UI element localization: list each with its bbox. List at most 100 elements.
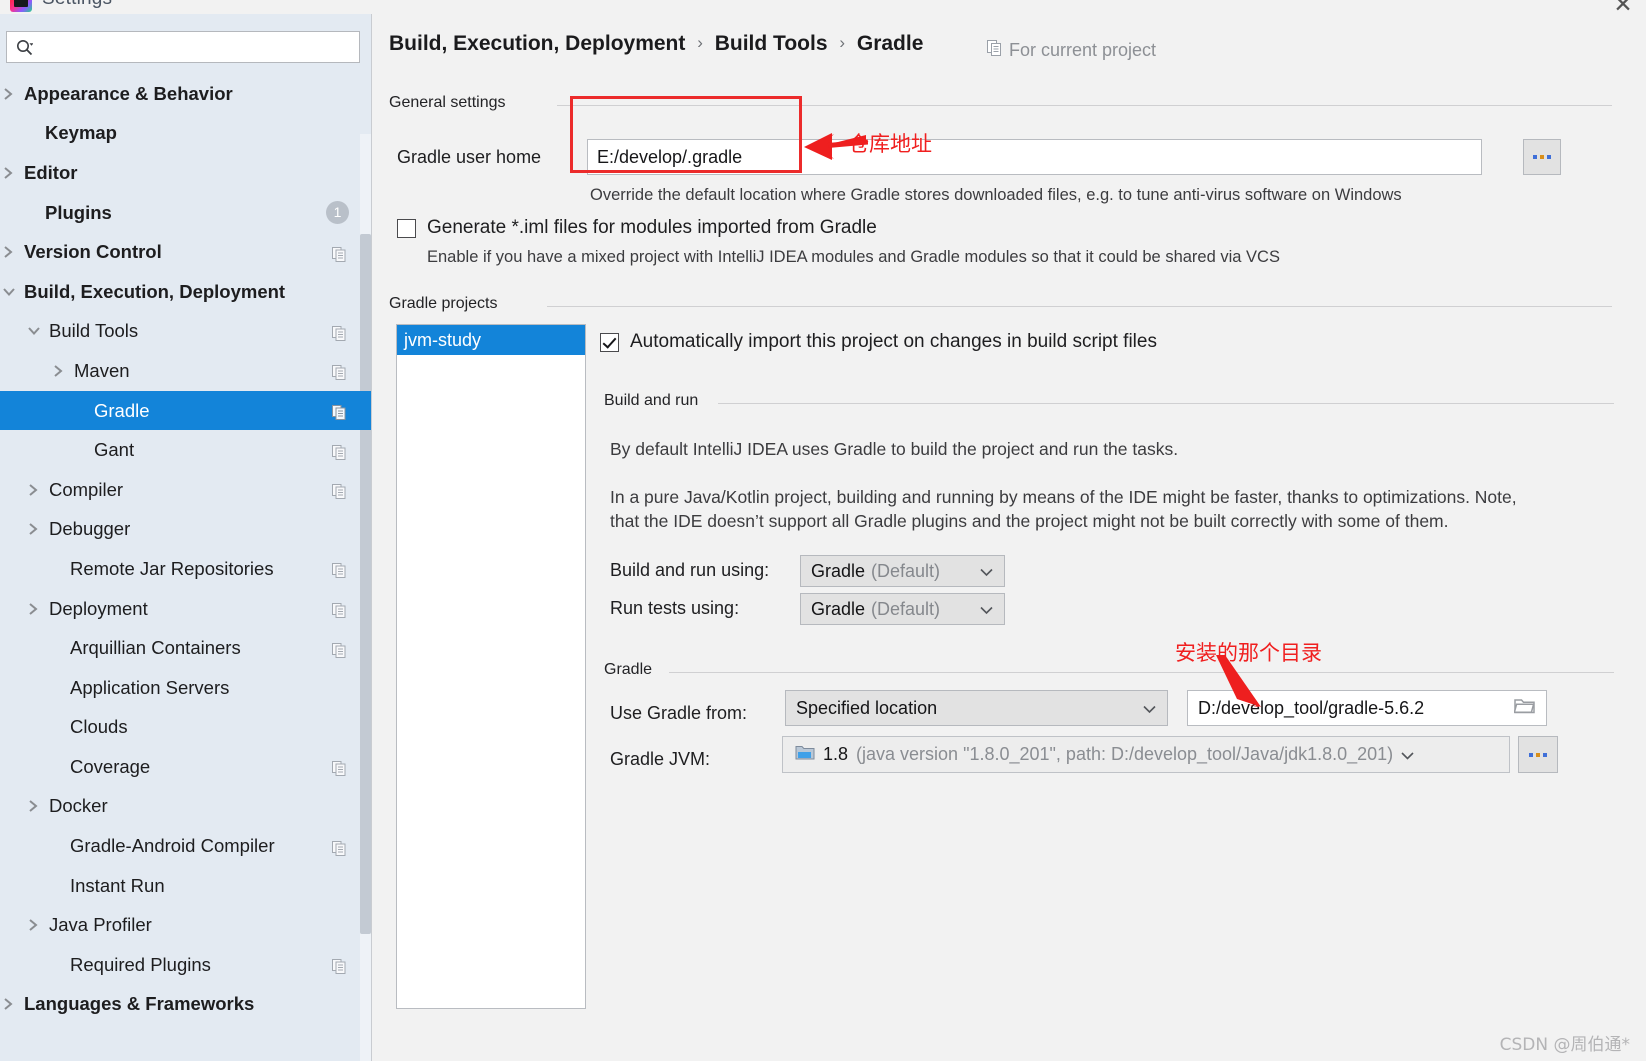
sidebar-item-label: Deployment: [49, 597, 148, 619]
copy-icon: [332, 759, 346, 777]
sidebar-item-debugger[interactable]: Debugger: [0, 510, 371, 550]
sidebar-item-docker[interactable]: Docker: [0, 787, 371, 827]
sidebar-item-coverage[interactable]: Coverage: [0, 747, 371, 787]
copy-icon: [332, 957, 346, 975]
sidebar-item-keymap[interactable]: Keymap: [0, 114, 371, 154]
for-current-project-text: For current project: [1009, 40, 1157, 60]
sidebar-item-label: Application Servers: [70, 676, 230, 698]
sidebar-item-compiler[interactable]: Compiler: [0, 470, 371, 510]
annotation-text-gradle-user-home: 仓库地址: [848, 132, 932, 156]
chevron-down-icon[interactable]: [27, 324, 41, 338]
sidebar-item-deployment[interactable]: Deployment: [0, 589, 371, 629]
sidebar-item-label: Arquillian Containers: [70, 637, 241, 659]
chevron-right-icon[interactable]: [27, 602, 41, 616]
folder-icon[interactable]: [1513, 697, 1535, 719]
run-tests-using-select[interactable]: Gradle (Default): [800, 593, 1005, 625]
sidebar-item-clouds[interactable]: Clouds: [0, 708, 371, 748]
run-tests-using-suffix: (Default): [871, 598, 941, 619]
build-and-run-group-label: Build and run: [604, 392, 708, 410]
sidebar-item-application-servers[interactable]: Application Servers: [0, 668, 371, 708]
sidebar-item-gradle-android-compiler[interactable]: Gradle-Android Compiler: [0, 826, 371, 866]
sidebar-item-label: Editor: [24, 161, 78, 183]
chevron-right-icon[interactable]: [27, 483, 41, 497]
chevron-right-icon[interactable]: [2, 166, 16, 180]
sidebar-item-required-plugins[interactable]: Required Plugins: [0, 945, 371, 985]
use-gradle-from-select[interactable]: Specified location: [785, 690, 1168, 726]
sidebar-item-remote-jar-repositories[interactable]: Remote Jar Repositories: [0, 549, 371, 589]
chevron-right-icon[interactable]: [27, 918, 41, 932]
general-settings-group-label: General settings: [389, 94, 515, 112]
copy-icon: [332, 363, 346, 381]
use-gradle-from-value: Specified location: [796, 697, 938, 718]
sidebar-item-gradle[interactable]: Gradle: [0, 390, 371, 431]
sidebar-item-label: Gradle: [94, 399, 150, 421]
copy-icon: [987, 40, 1002, 61]
gradle-jvm-version: 1.8: [823, 744, 849, 764]
gradle-user-home-input[interactable]: [587, 139, 1482, 175]
close-icon[interactable]: ✕: [1608, 0, 1638, 14]
sidebar-item-label: Required Plugins: [70, 953, 211, 975]
breadcrumb-item-0[interactable]: Build, Execution, Deployment: [389, 32, 685, 55]
chevron-right-icon[interactable]: [52, 364, 66, 378]
sidebar-item-maven[interactable]: Maven: [0, 351, 371, 391]
list-item[interactable]: jvm-study: [397, 325, 585, 355]
sidebar-item-appearance-behavior[interactable]: Appearance & Behavior: [0, 74, 371, 114]
generate-iml-label: Generate *.iml files for modules importe…: [427, 217, 877, 238]
copy-icon: [332, 324, 346, 341]
sidebar-item-plugins[interactable]: Plugins 1: [0, 193, 371, 233]
generate-iml-help: Enable if you have a mixed project with …: [427, 248, 1280, 266]
gradle-jvm-select[interactable]: 1.8 (java version "1.8.0_201", path: D:/…: [782, 736, 1510, 773]
sidebar-item-build-execution-deployment[interactable]: Build, Execution, Deployment: [0, 272, 371, 312]
sidebar-item-version-control[interactable]: Version Control: [0, 232, 371, 272]
sidebar-item-build-tools[interactable]: Build Tools: [0, 312, 371, 352]
gradle-user-home-browse-button[interactable]: [1523, 139, 1561, 175]
chevron-down-icon[interactable]: [2, 285, 16, 299]
sidebar-item-languages-frameworks[interactable]: Languages & Frameworks: [0, 985, 371, 1025]
chevron-right-icon[interactable]: [2, 87, 16, 101]
copy-icon: [332, 601, 346, 619]
watermark: CSDN @周伯通*: [1499, 1035, 1630, 1055]
gradle-jvm-detail: (java version "1.8.0_201", path: D:/deve…: [856, 744, 1394, 764]
auto-import-checkbox[interactable]: [600, 332, 619, 352]
chevron-down-icon: [980, 599, 993, 620]
breadcrumb-item-1[interactable]: Build Tools: [715, 32, 828, 55]
chevron-right-icon[interactable]: [27, 799, 41, 813]
sidebar-item-label: Clouds: [70, 716, 128, 738]
gradle-user-home-help: Override the default location where Grad…: [590, 186, 1402, 204]
sidebar-item-label: Remote Jar Repositories: [70, 557, 274, 579]
sidebar-item-label: Debugger: [49, 518, 131, 540]
generate-iml-checkbox-row[interactable]: Generate *.iml files for modules importe…: [397, 217, 877, 239]
chevron-right-icon[interactable]: [2, 245, 16, 259]
chevron-down-icon: [1401, 744, 1414, 765]
sidebar-item-label: Compiler: [49, 478, 124, 500]
sidebar-item-label: Java Profiler: [49, 914, 152, 936]
generate-iml-checkbox[interactable]: [397, 218, 416, 238]
chevron-right-icon[interactable]: [2, 997, 16, 1011]
gradle-home-path-input[interactable]: D:/develop_tool/gradle-5.6.2: [1187, 690, 1547, 726]
gradle-home-path-value: D:/develop_tool/gradle-5.6.2: [1198, 697, 1425, 718]
sidebar-item-editor[interactable]: Editor: [0, 153, 371, 193]
auto-import-label: Automatically import this project on cha…: [630, 331, 1157, 352]
sidebar-item-gant[interactable]: Gant: [0, 430, 371, 470]
copy-icon: [332, 482, 346, 500]
sidebar-item-arquillian-containers[interactable]: Arquillian Containers: [0, 628, 371, 668]
jdk-folder-icon: [795, 744, 815, 766]
build-and-run-using-select[interactable]: Gradle (Default): [800, 555, 1005, 587]
chevron-right-icon[interactable]: [27, 522, 41, 536]
breadcrumb-item-2[interactable]: Gradle: [857, 32, 924, 55]
settings-sidebar: Appearance & Behavior Keymap Editor Plugins…: [0, 14, 372, 1061]
gradle-projects-list[interactable]: jvm-study: [396, 324, 586, 1009]
gradle-jvm-label: Gradle JVM:: [610, 749, 711, 769]
sidebar-item-java-profiler[interactable]: Java Profiler: [0, 905, 371, 945]
auto-import-checkbox-row[interactable]: Automatically import this project on cha…: [600, 331, 1157, 353]
sidebar-item-instant-run[interactable]: Instant Run: [0, 866, 371, 906]
gradle-projects-group-label: Gradle projects: [389, 295, 507, 313]
breadcrumb-separator: ›: [697, 33, 703, 52]
gradle-jvm-browse-button[interactable]: [1518, 736, 1558, 773]
build-and-run-using-suffix: (Default): [871, 560, 941, 581]
search-box[interactable]: [6, 31, 360, 64]
sidebar-item-label: Languages & Frameworks: [24, 993, 255, 1015]
sidebar-item-label: Version Control: [24, 241, 162, 263]
sidebar-item-label: Coverage: [70, 755, 151, 777]
search-input[interactable]: [39, 32, 353, 64]
